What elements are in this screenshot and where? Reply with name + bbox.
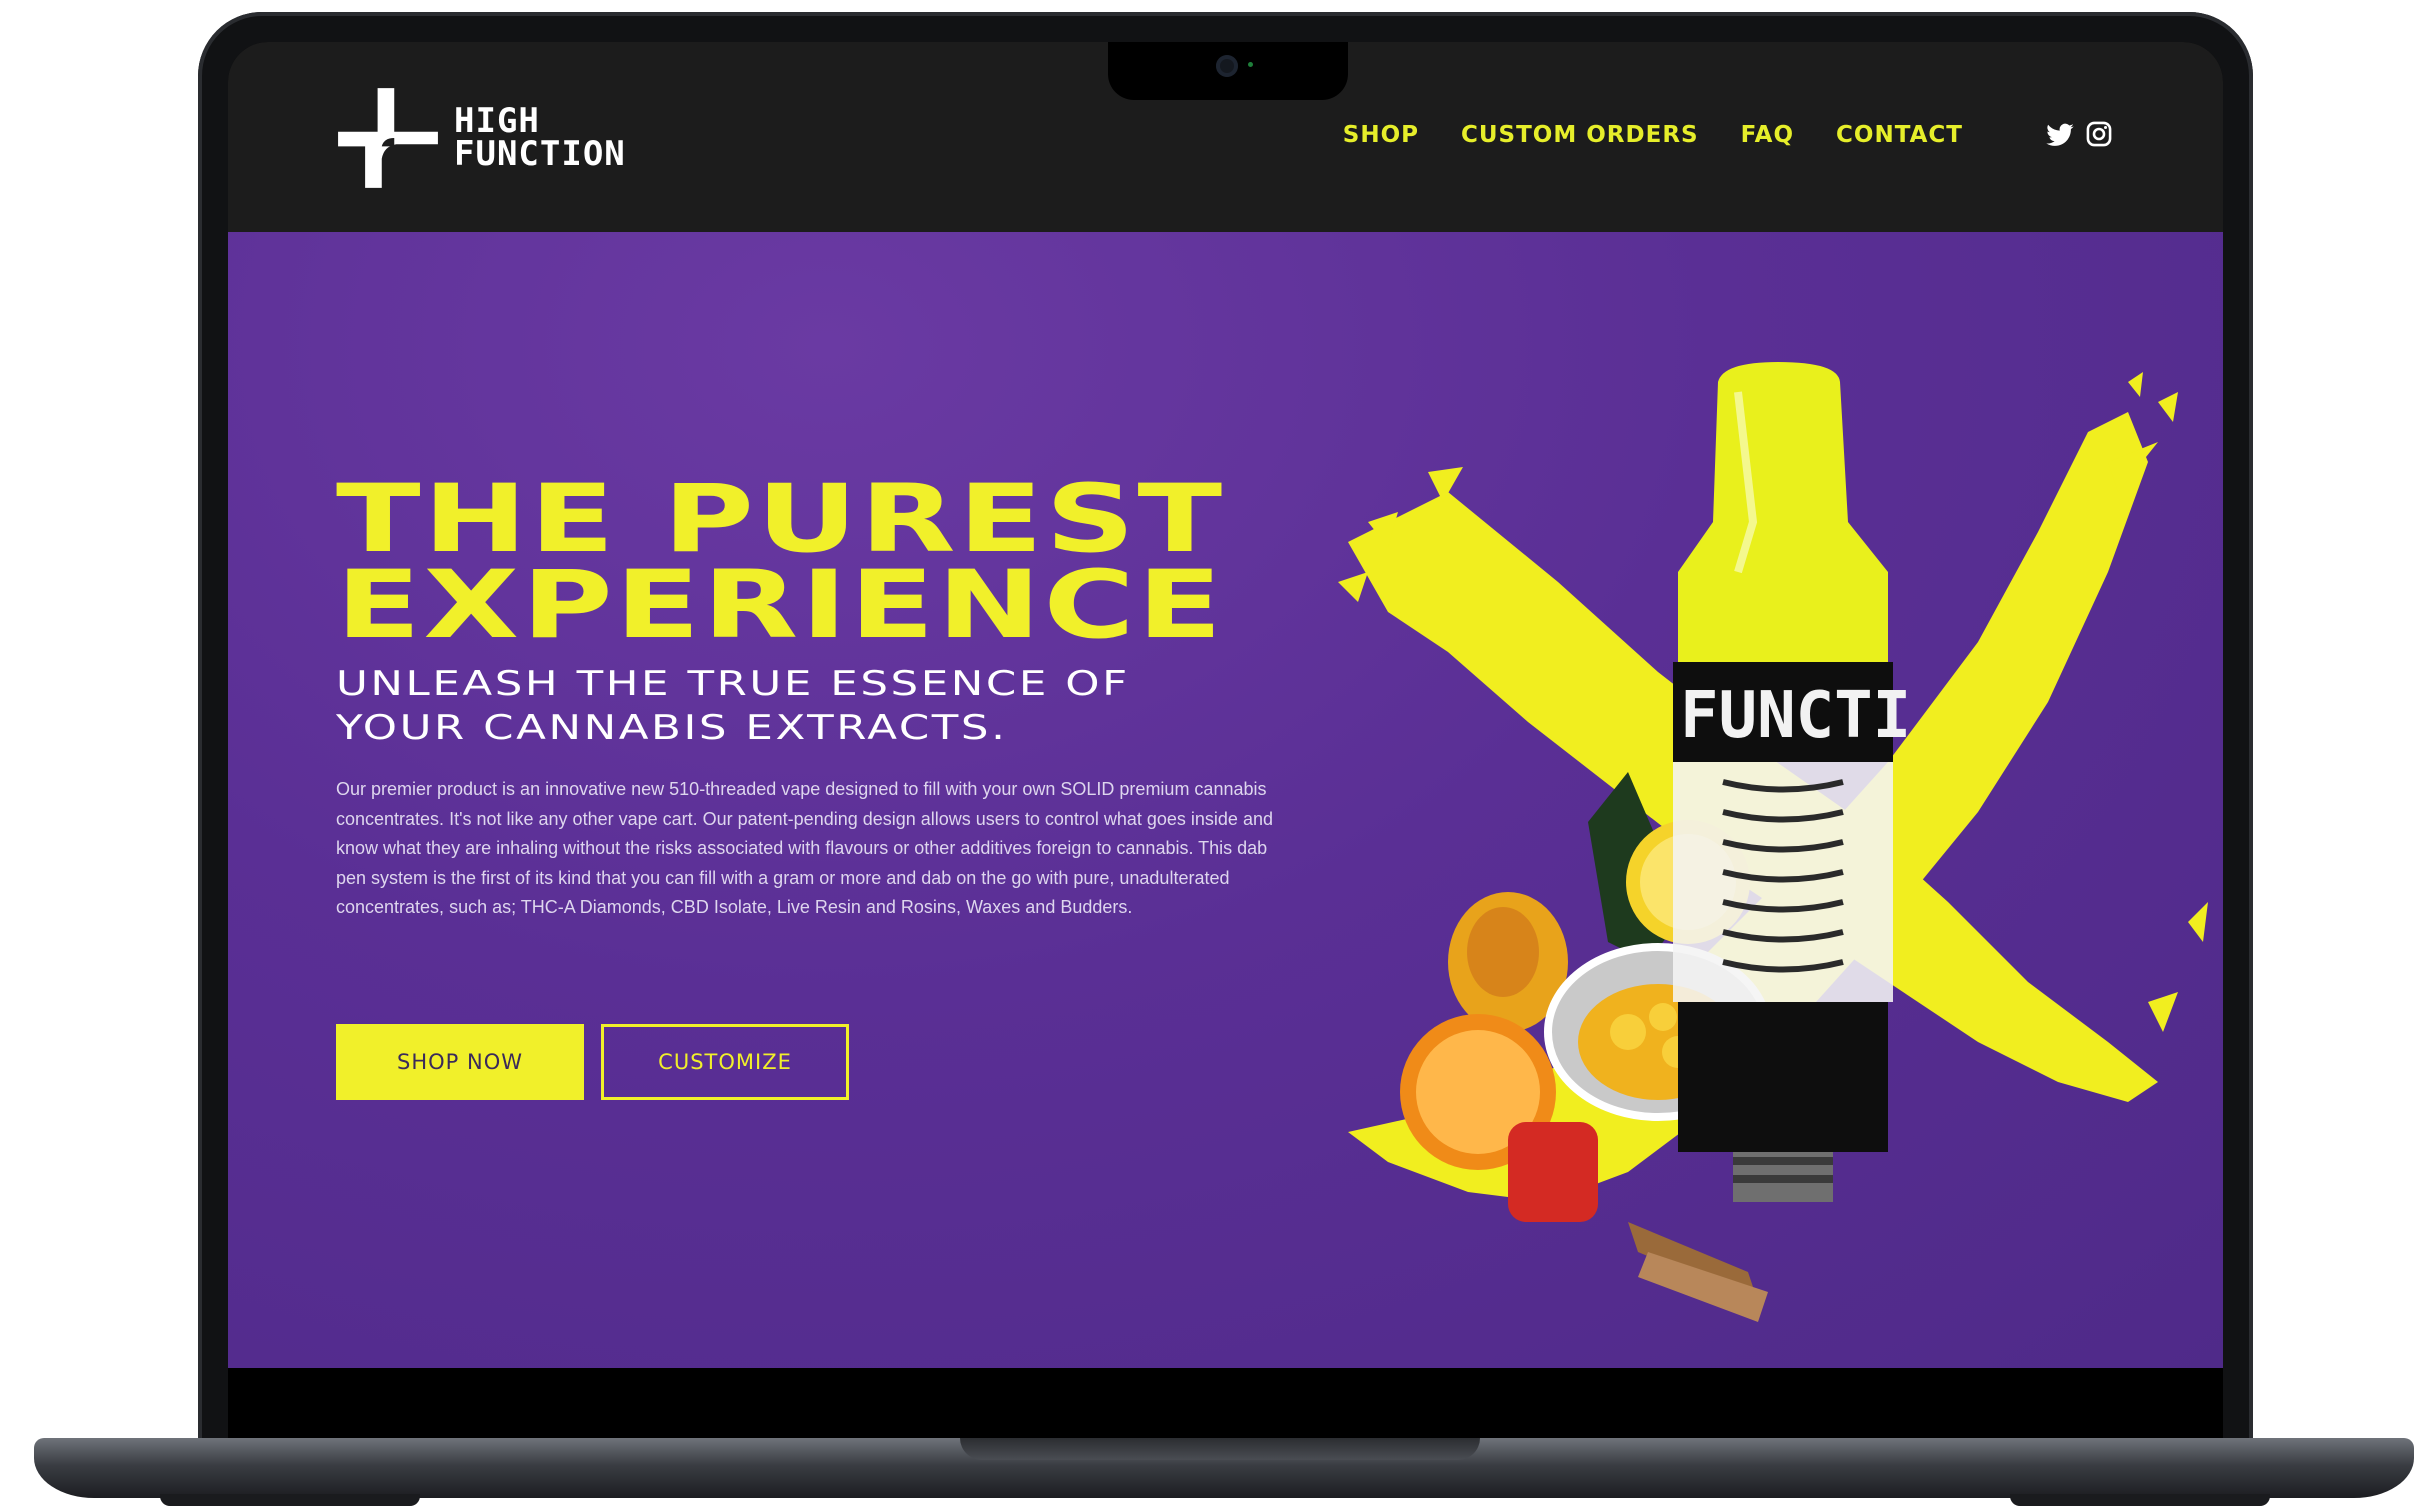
hero-subheadline: UNLEASH THE TRUE ESSENCE OF YOUR CANNABI…	[336, 662, 1130, 750]
hero-section: THE PUREST EXPERIENCE UNLEASH THE TRUE E…	[228, 232, 2223, 1368]
brand-name: HIGH FUNCTION	[454, 104, 626, 174]
nav-contact[interactable]: CONTACT	[1836, 122, 1963, 148]
webcam-indicator	[1248, 62, 1253, 67]
customize-button[interactable]: CUSTOMIZE	[601, 1024, 849, 1100]
vape-cartridge-graphic: FUNCTI	[1673, 362, 1911, 1202]
nav-faq[interactable]: FAQ	[1741, 122, 1794, 148]
nav-shop[interactable]: SHOP	[1343, 122, 1419, 148]
main-nav: SHOP CUSTOM ORDERS FAQ CONTACT	[1343, 122, 1963, 148]
webcam	[1216, 55, 1238, 77]
brand-name-line-2: FUNCTION	[454, 134, 626, 174]
product-hero-image: FUNCTI	[1338, 362, 2208, 1322]
twitter-icon[interactable]	[2045, 120, 2075, 150]
brand-logo[interactable]: HIGH FUNCTION	[336, 86, 626, 190]
social-links	[2045, 120, 2115, 150]
laptop-opening-groove	[960, 1438, 1480, 1460]
nav-custom-orders[interactable]: CUSTOM ORDERS	[1461, 122, 1699, 148]
logo-mark-icon	[338, 88, 438, 188]
hero-headline-line-2: EXPERIENCE	[336, 551, 1225, 660]
hero-subheadline-line-1: UNLEASH THE TRUE ESSENCE OF	[336, 664, 1130, 704]
hero-description: Our premier product is an innovative new…	[336, 779, 1273, 917]
laptop-screen: HIGH FUNCTION SHOP CUSTOM ORDERS FAQ CON…	[228, 42, 2223, 1368]
hero-headline: THE PUREST EXPERIENCE	[336, 473, 1225, 660]
laptop-foot-left	[160, 1494, 420, 1506]
hero-subheadline-line-2: YOUR CANNABIS EXTRACTS.	[336, 708, 1008, 748]
shop-now-button[interactable]: SHOP NOW	[336, 1024, 584, 1100]
instagram-icon[interactable]	[2085, 120, 2115, 150]
laptop-foot-right	[2010, 1494, 2270, 1506]
product-label-text: FUNCTI	[1680, 679, 1911, 753]
